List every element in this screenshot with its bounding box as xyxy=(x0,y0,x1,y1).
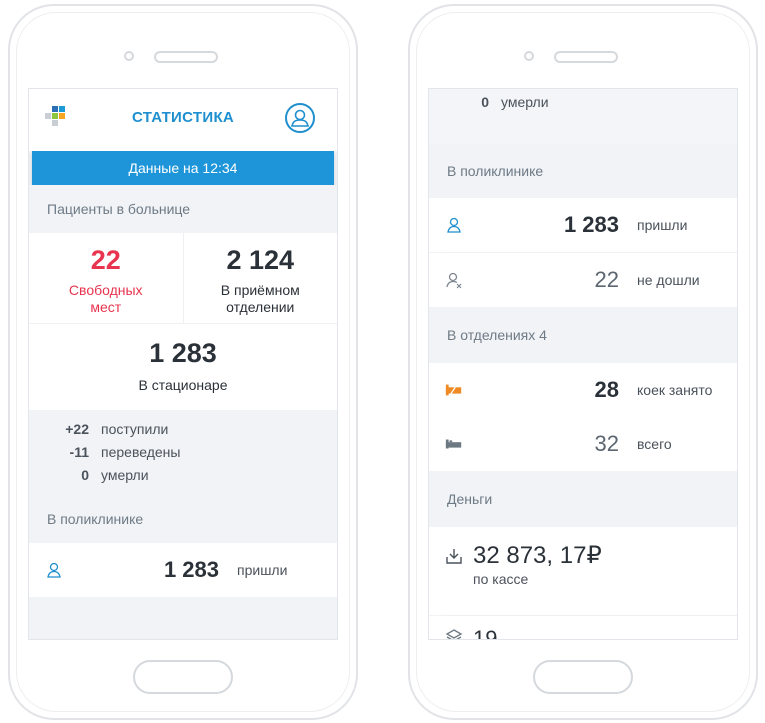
reception-block[interactable]: 2 124 В приёмном отделении xyxy=(184,233,338,323)
beds-total-value: 32 xyxy=(594,431,619,456)
hospital-card: 22 Свободных мест 2 124 В приёмном отдел… xyxy=(29,233,337,495)
free-beds-label: Свободных мест xyxy=(68,282,143,315)
data-time-banner: Данные на 12:34 xyxy=(32,151,334,185)
free-beds-block[interactable]: 22 Свободных мест xyxy=(29,233,184,323)
app-header: СТАТИСТИКА xyxy=(29,89,337,151)
beds-total-row[interactable]: 32 всего xyxy=(429,417,737,471)
reception-value: 2 124 xyxy=(226,245,295,275)
phone-speaker xyxy=(554,51,618,63)
phone-speaker xyxy=(154,51,218,63)
section-departments-title: В отделениях 4 xyxy=(429,307,737,363)
bed-icon xyxy=(445,439,462,449)
count-row[interactable]: 19 xyxy=(429,616,737,640)
screen-left: СТАТИСТИКА Данные на 12:34 Пациенты в бо… xyxy=(28,88,338,640)
movement-item: 0 умерли xyxy=(429,91,737,114)
beds-occupied-label: коек занято xyxy=(637,382,713,398)
movement-label: переведены xyxy=(101,444,181,460)
phone-home-button xyxy=(133,660,233,694)
movement-label: умерли xyxy=(501,94,549,110)
person-icon xyxy=(447,217,461,233)
phone-frame-right: 0 умерли В поликлинике 1 283 пришли 22 н… xyxy=(408,4,758,720)
beds-occupied-value: 28 xyxy=(594,377,619,402)
movements-tail: 0 умерли xyxy=(429,89,737,144)
inpatient-block[interactable]: 1 283 В стационаре xyxy=(29,324,337,410)
bed-occupied-icon xyxy=(445,383,462,396)
movement-value: +22 xyxy=(65,421,89,437)
layers-icon xyxy=(445,629,463,639)
movement-value: 0 xyxy=(81,467,89,483)
user-icon xyxy=(291,109,309,127)
count-value: 19 xyxy=(473,626,498,640)
beds-occupied-row[interactable]: 28 коек занято xyxy=(429,363,737,417)
phone-home-button xyxy=(533,660,633,694)
clinic-came-row[interactable]: 1 283 пришли xyxy=(29,543,337,597)
download-tray-icon xyxy=(446,549,462,564)
person-icon xyxy=(47,562,61,578)
section-money-title: Деньги xyxy=(429,471,737,527)
clinic-came-label: пришли xyxy=(637,217,688,233)
movement-label: поступили xyxy=(101,421,169,437)
section-hospital-title: Пациенты в больнице xyxy=(29,185,337,233)
clinic-noshow-value: 22 xyxy=(594,267,619,292)
movement-item: +22 поступили xyxy=(29,418,337,441)
inpatient-value: 1 283 xyxy=(149,338,217,368)
section-clinic-title: В поликлинике xyxy=(29,495,337,543)
movement-value: 0 xyxy=(481,94,489,110)
profile-button[interactable] xyxy=(285,103,315,133)
person-cancel-icon xyxy=(446,272,462,289)
phone-camera xyxy=(524,51,534,61)
clinic-came-row[interactable]: 1 283 пришли xyxy=(429,198,737,252)
clinic-came-value: 1 283 xyxy=(563,212,619,237)
clinic-noshow-row[interactable]: 22 не дошли xyxy=(429,253,737,307)
movement-label: умерли xyxy=(101,467,149,483)
movement-value: -11 xyxy=(69,444,89,460)
clinic-noshow-label: не дошли xyxy=(637,272,700,288)
beds-total-label: всего xyxy=(637,436,672,452)
movement-item: 0 умерли xyxy=(29,464,337,487)
clinic-came-value: 1 283 xyxy=(163,557,219,582)
reception-label: В приёмном отделении xyxy=(220,282,300,315)
clinic-came-label: пришли xyxy=(237,562,288,578)
cash-value: 32 873, 17₽ xyxy=(473,542,602,569)
phone-frame-left: СТАТИСТИКА Данные на 12:34 Пациенты в бо… xyxy=(8,4,358,720)
movements-list: +22 поступили -11 переведены 0 умерли xyxy=(29,410,337,495)
movement-item: -11 переведены xyxy=(29,441,337,464)
free-beds-value: 22 xyxy=(90,245,121,275)
cash-label: по кассе xyxy=(473,571,529,587)
screen-right: 0 умерли В поликлинике 1 283 пришли 22 н… xyxy=(428,88,738,640)
cash-row[interactable]: 32 873, 17₽ по кассе xyxy=(429,527,737,615)
section-clinic-title: В поликлинике xyxy=(429,144,737,198)
phone-camera xyxy=(124,51,134,61)
inpatient-label: В стационаре xyxy=(138,377,228,393)
